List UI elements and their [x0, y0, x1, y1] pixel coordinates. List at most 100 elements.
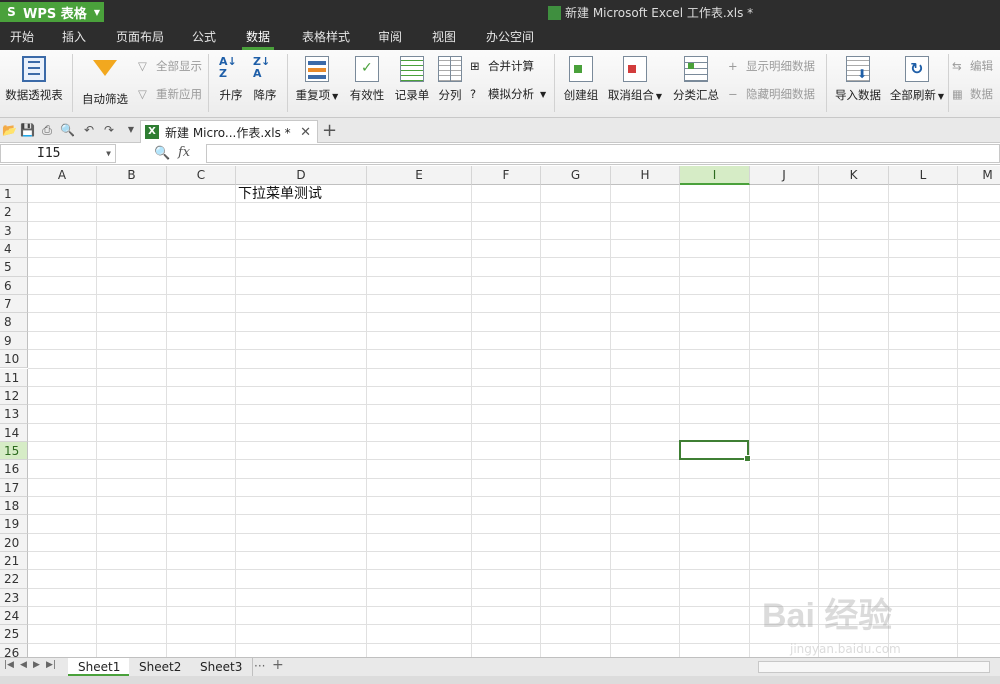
column-header-a[interactable]: A [28, 166, 97, 185]
add-sheet-icon[interactable]: + [272, 657, 284, 673]
pivot-table-button[interactable]: 数据透视表 [2, 50, 66, 103]
row-header-23[interactable]: 23 [0, 588, 28, 608]
row-header-8[interactable]: 8 [0, 313, 28, 332]
menu-view[interactable]: 视图 [428, 24, 460, 50]
validity-button[interactable]: 有效性 [344, 50, 390, 103]
sheet-tab-3[interactable]: Sheet3 [190, 658, 254, 676]
column-header-i[interactable]: I [680, 166, 750, 185]
menu-insert[interactable]: 插入 [58, 24, 90, 50]
redo-icon[interactable]: ↷ [102, 123, 116, 137]
print-icon[interactable]: ⎙ [40, 123, 54, 137]
column-header-g[interactable]: G [541, 166, 611, 185]
subtotal-button[interactable]: 分类汇总 [670, 50, 722, 103]
row-header-10[interactable]: 10 [0, 350, 28, 369]
import-data-button[interactable]: 导入数据 [832, 50, 884, 103]
sort-descending-button[interactable]: Z↓ A 降序 [248, 50, 282, 103]
column-header-e[interactable]: E [367, 166, 472, 185]
edit-links-button[interactable]: ⇆ 编辑 [952, 58, 993, 74]
column-header-d[interactable]: D [236, 166, 367, 185]
row-header-17[interactable]: 17 [0, 478, 28, 497]
scrollbar-thumb[interactable] [758, 661, 990, 673]
add-tab-icon[interactable]: + [322, 120, 337, 141]
select-all-corner[interactable] [0, 166, 28, 185]
duplicates-button[interactable]: 重复项 ▼ [292, 50, 342, 103]
row-header-18[interactable]: 18 [0, 496, 28, 516]
row-header-9[interactable]: 9 [0, 331, 28, 351]
save-icon[interactable]: 💾 [20, 123, 35, 137]
document-tab[interactable]: X 新建 Micro...作表.xls * ✕ [140, 120, 318, 143]
prev-sheet-icon[interactable]: ◀ [20, 660, 27, 670]
row-header-3[interactable]: 3 [0, 221, 28, 241]
row-header-20[interactable]: 20 [0, 533, 28, 552]
reapply-button[interactable]: ▽ 重新应用 [138, 86, 202, 102]
column-header-b[interactable]: B [97, 166, 167, 185]
autofilter-button[interactable]: 自动筛选 [78, 50, 132, 107]
column-header-k[interactable]: K [819, 166, 889, 185]
wps-app-menu-button[interactable]: S WPS 表格 ▼ [0, 2, 104, 22]
row-header-4[interactable]: 4 [0, 240, 28, 259]
print-preview-icon[interactable]: 🔍 [60, 123, 75, 137]
more-sheets-icon[interactable]: ··· [254, 659, 265, 673]
what-if-analysis-button[interactable]: ? 模拟分析 ▼ [470, 86, 546, 102]
row-header-19[interactable]: 19 [0, 515, 28, 534]
column-header-j[interactable]: J [750, 166, 819, 185]
horizontal-scrollbar[interactable] [736, 661, 1000, 673]
data-more-button[interactable]: ▦ 数据 [952, 86, 993, 102]
create-group-button[interactable]: 创建组 [560, 50, 602, 103]
row-header-14[interactable]: 14 [0, 423, 28, 442]
row-header-16[interactable]: 16 [0, 460, 28, 479]
zoom-icon[interactable]: 🔍 [154, 146, 170, 161]
column-header-l[interactable]: L [889, 166, 958, 185]
close-icon[interactable]: ✕ [300, 125, 311, 140]
menu-page-layout[interactable]: 页面布局 [112, 24, 168, 50]
column-header-m[interactable]: M [958, 166, 1000, 185]
selected-cell-i15[interactable] [679, 440, 751, 462]
menu-home[interactable]: 开始 [6, 24, 38, 50]
sort-ascending-button[interactable]: A↓ Z 升序 [214, 50, 248, 103]
row-header-22[interactable]: 22 [0, 570, 28, 589]
row-header-5[interactable]: 5 [0, 258, 28, 277]
show-all-button[interactable]: ▽ 全部显示 [138, 58, 202, 74]
row-header-26[interactable]: 26 [0, 643, 28, 657]
row-header-13[interactable]: 13 [0, 405, 28, 424]
row-header-15[interactable]: 15 [0, 441, 28, 461]
row-header-6[interactable]: 6 [0, 276, 28, 296]
row-header-11[interactable]: 11 [0, 368, 28, 387]
show-detail-button[interactable]: + 显示明细数据 [728, 58, 815, 74]
spreadsheet-grid[interactable]: ABCDEFGHIJKLM 1 2 3 4 5 6 7 8 9 10 11 12 13 14 15 16 17 1… [0, 166, 1000, 657]
row-header-2[interactable]: 2 [0, 203, 28, 222]
text-to-columns-button[interactable]: 分列 [434, 50, 466, 103]
first-sheet-icon[interactable]: |◀ [4, 660, 14, 670]
refresh-all-button[interactable]: 全部刷新▼ [888, 50, 946, 103]
row-header-1[interactable]: 1 [0, 185, 28, 204]
undo-icon[interactable]: ↶ [82, 123, 96, 137]
hide-detail-button[interactable]: − 隐藏明细数据 [728, 86, 815, 102]
function-icon[interactable]: fx [178, 145, 190, 160]
open-folder-icon[interactable]: 📂 [2, 123, 17, 137]
menu-data[interactable]: 数据 [242, 24, 275, 50]
row-header-7[interactable]: 7 [0, 295, 28, 314]
sheet-tab-2[interactable]: Sheet2 [129, 658, 193, 676]
menu-office-space[interactable]: 办公空间 [482, 24, 538, 50]
row-header-24[interactable]: 24 [0, 607, 28, 626]
sheet-tab-1[interactable]: Sheet1 [68, 658, 132, 676]
record-form-button[interactable]: 记录单 [390, 50, 434, 103]
name-box[interactable]: I15 ▼ [0, 144, 116, 163]
menu-table-style[interactable]: 表格样式 [298, 24, 354, 50]
column-header-f[interactable]: F [472, 166, 541, 185]
consolidate-button[interactable]: ⊞ 合并计算 [470, 58, 534, 74]
row-header-25[interactable]: 25 [0, 625, 28, 644]
menu-review[interactable]: 审阅 [374, 24, 406, 50]
formula-input[interactable] [206, 144, 1000, 163]
last-sheet-icon[interactable]: ▶| [46, 660, 56, 670]
column-header-c[interactable]: C [167, 166, 236, 185]
next-sheet-icon[interactable]: ▶ [33, 660, 40, 670]
ungroup-button[interactable]: 取消组合 ▼ [604, 50, 666, 103]
cell-d1[interactable]: 下拉菜单测试 [238, 185, 322, 203]
row-header-12[interactable]: 12 [0, 386, 28, 406]
chevron-down-icon[interactable]: ▼ [106, 145, 111, 162]
row-header-21[interactable]: 21 [0, 552, 28, 571]
column-header-h[interactable]: H [611, 166, 680, 185]
customize-dropdown-icon[interactable]: ▼ [124, 123, 138, 137]
menu-formulas[interactable]: 公式 [188, 24, 220, 50]
